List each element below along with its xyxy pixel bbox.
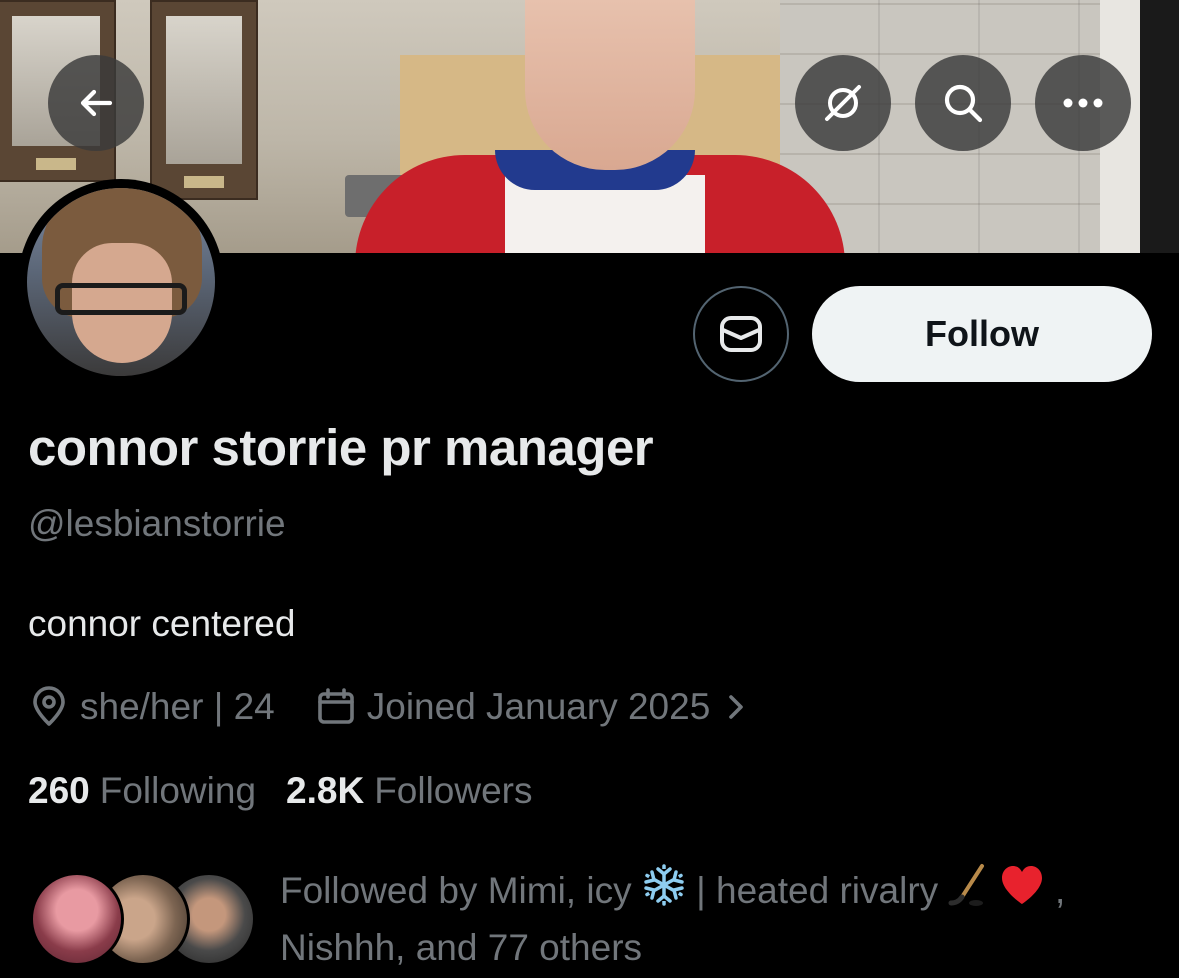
location-pin-icon xyxy=(33,686,65,726)
followed-by-prefix: Followed by Mimi, icy xyxy=(280,870,632,911)
grok-icon xyxy=(825,85,861,121)
profile-bio: connor centered xyxy=(28,603,296,644)
followed-by-suffix: Nishhh, and 77 others xyxy=(280,927,643,968)
joined-item[interactable]: Joined January 2025 xyxy=(315,686,757,728)
hockey-stick-emoji xyxy=(948,864,985,906)
calendar-icon xyxy=(317,688,354,724)
banner-person xyxy=(355,0,845,253)
follow-button[interactable]: Follow xyxy=(812,286,1152,382)
profile-meta: she/her | 24 Joined January 2025 xyxy=(28,684,756,730)
following-count: 260 xyxy=(28,770,90,811)
following-label: Following xyxy=(99,770,257,811)
profile-avatar[interactable] xyxy=(18,179,224,385)
grok-button[interactable] xyxy=(795,55,891,151)
arrow-left-icon xyxy=(80,89,113,117)
search-icon xyxy=(944,84,983,123)
followed-by-avatars[interactable] xyxy=(30,872,256,970)
follow-stats: 260 Following 2.8K Followers xyxy=(28,770,533,812)
search-button[interactable] xyxy=(915,55,1011,151)
followed-by-comma: , xyxy=(1054,870,1066,911)
user-handle: @lesbianstorrie xyxy=(28,503,286,544)
joined-text: Joined January 2025 xyxy=(366,686,711,727)
red-heart-emoji xyxy=(1001,866,1042,904)
followers-count: 2.8K xyxy=(286,770,365,811)
back-button[interactable] xyxy=(48,55,144,151)
location-item: she/her | 24 xyxy=(28,686,275,728)
chevron-right-icon xyxy=(729,695,744,719)
followed-by-text[interactable]: Followed by Mimi, icy | heated rivalry ,… xyxy=(280,862,1160,976)
banner-frame-photo xyxy=(150,0,258,200)
followers-label: Followers xyxy=(374,770,533,811)
location-text: she/her | 24 xyxy=(80,686,275,727)
followers-link[interactable]: 2.8K Followers xyxy=(286,770,532,812)
display-name: connor storrie pr manager xyxy=(28,419,654,476)
more-dots-icon xyxy=(1063,98,1103,108)
message-button[interactable] xyxy=(693,286,789,382)
envelope-icon xyxy=(720,316,762,352)
following-link[interactable]: 260 Following xyxy=(28,770,256,812)
snowflake-emoji xyxy=(644,864,684,906)
followed-by-middle: | heated rivalry xyxy=(696,870,939,911)
avatar xyxy=(30,872,124,966)
more-button[interactable] xyxy=(1035,55,1131,151)
